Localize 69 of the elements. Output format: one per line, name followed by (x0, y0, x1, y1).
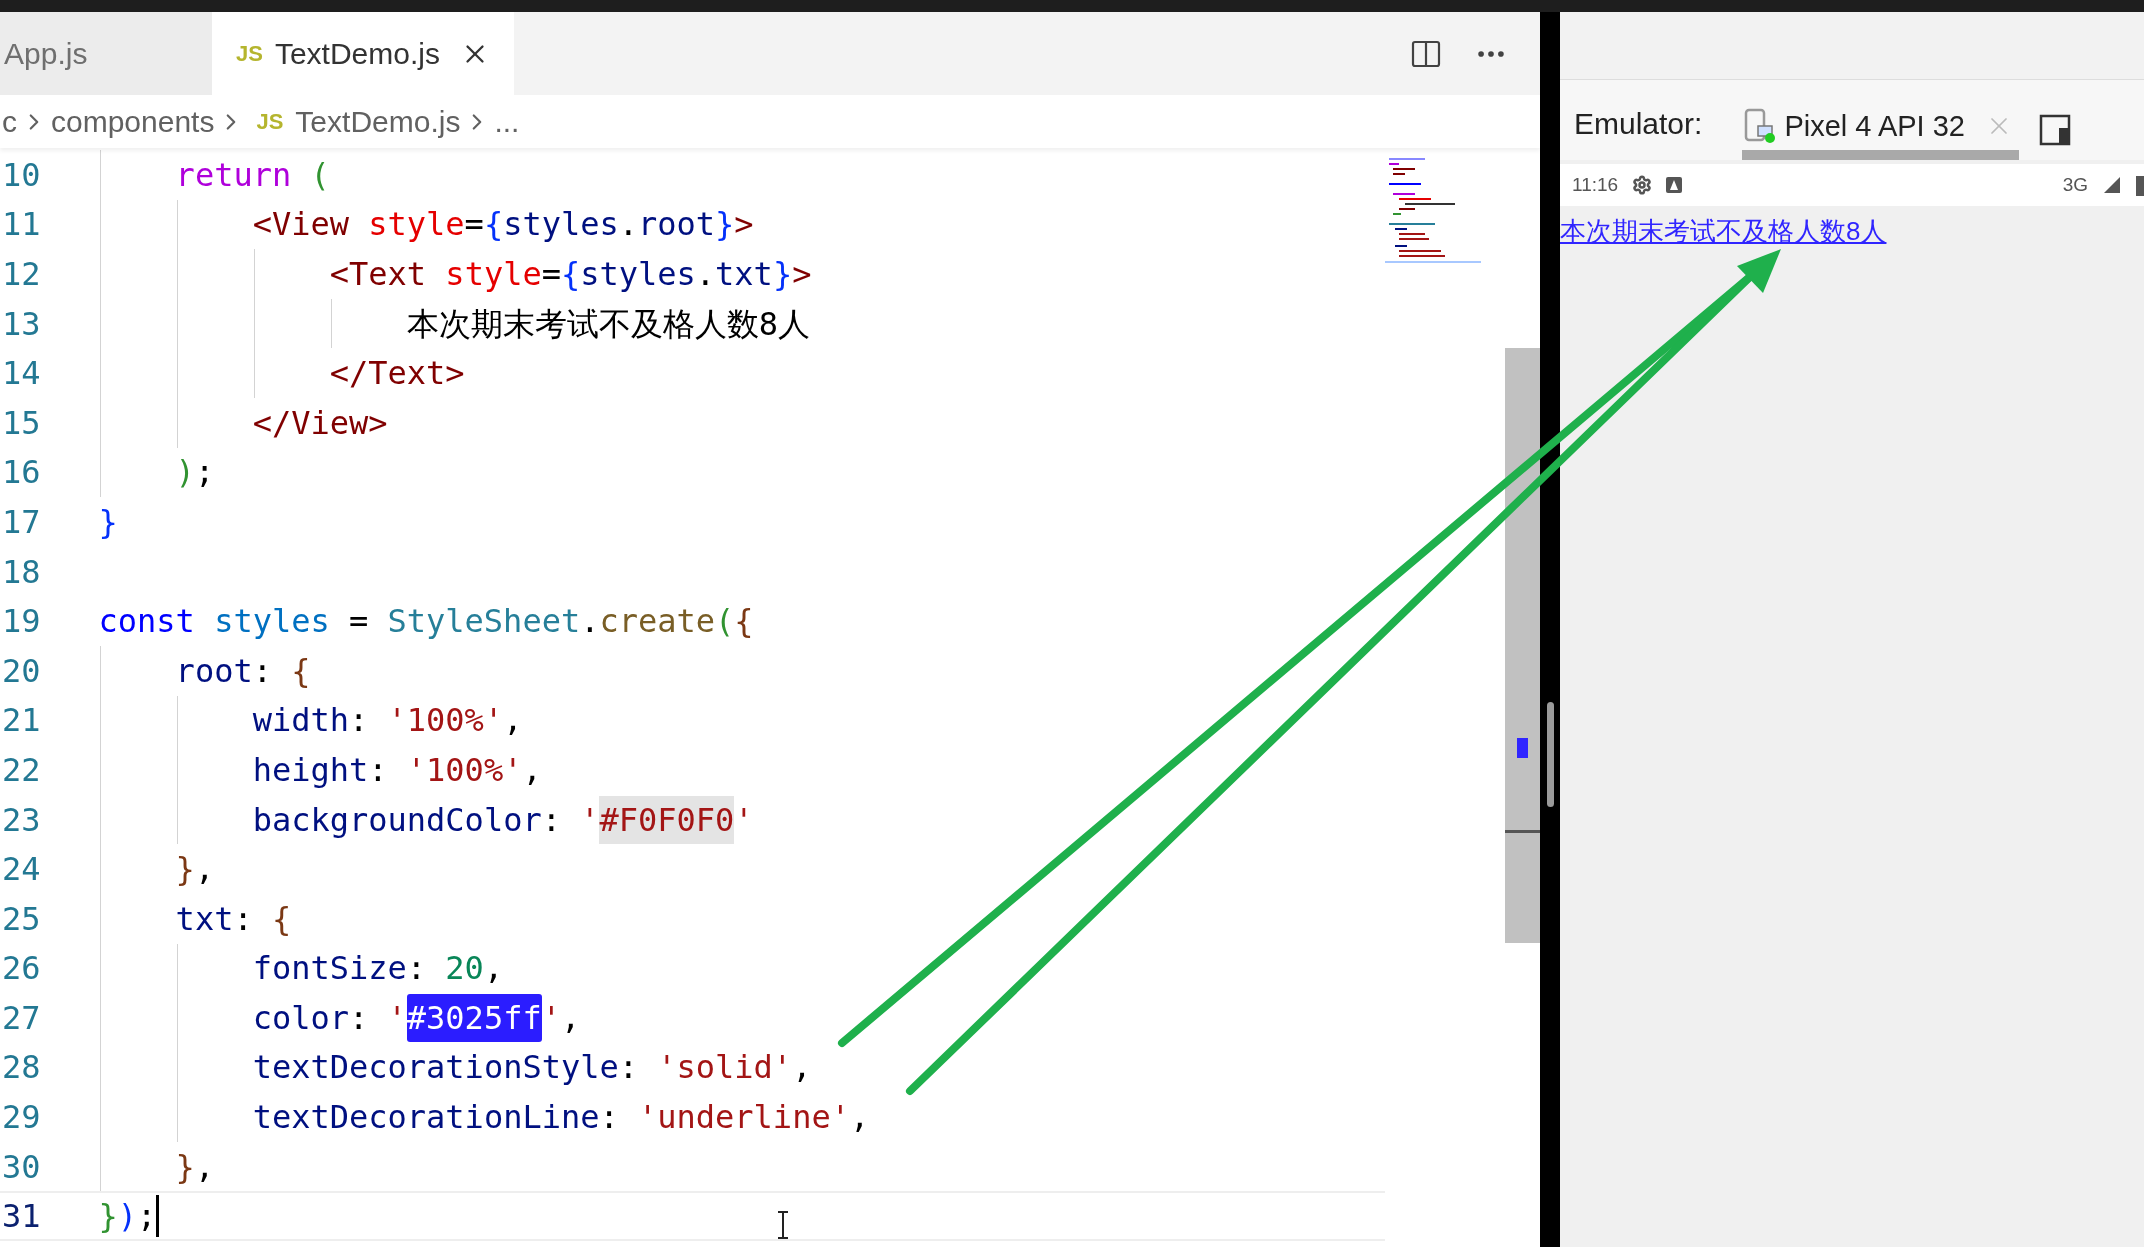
code-line: fontSize: 20, (252, 948, 504, 990)
editor-tab[interactable]: JS TextDemo.js (212, 12, 514, 95)
code-line: <View style={styles.root}> (252, 204, 754, 246)
text-cursor-icon (776, 1210, 790, 1240)
line-number: 25 (2, 898, 41, 940)
file-type-label: JS (256, 108, 284, 136)
app-text: 本次期末考试不及格人数8人 (1560, 215, 1887, 248)
line-number: 30 (2, 1146, 41, 1188)
phone-icon (1744, 108, 1777, 145)
code-line: }); (98, 1196, 157, 1238)
code-line: </Text> (329, 353, 465, 395)
line-number: 19 (2, 601, 41, 643)
line-number: 13 (2, 303, 41, 345)
text-cursor (156, 1195, 160, 1238)
battery-icon (2136, 174, 2144, 196)
code-line: }, (175, 849, 215, 891)
scrollbar-thumb[interactable] (1505, 348, 1540, 943)
line-number: 11 (2, 204, 41, 246)
code-line: textDecorationLine: 'underline', (252, 1097, 870, 1139)
code-line: width: '100%', (252, 700, 523, 742)
breadcrumb-item[interactable]: components (51, 99, 215, 144)
line-number: 17 (2, 501, 41, 543)
device-name: Pixel 4 API 32 (1784, 108, 1965, 144)
scrollbar-thumb[interactable] (1546, 702, 1554, 807)
editor-tab[interactable]: App.js (0, 12, 212, 95)
line-number: 26 (2, 948, 41, 990)
line-number: 22 (2, 749, 41, 791)
notification-icon (1666, 177, 1683, 193)
code-line: const styles = StyleSheet.create({ (98, 601, 754, 643)
code-line: </View> (252, 402, 388, 444)
line-number: 24 (2, 849, 41, 891)
code-line: txt: { (175, 898, 292, 940)
selection-marker (1517, 738, 1528, 758)
line-number: 10 (2, 154, 41, 196)
panel-layout-icon[interactable] (2038, 114, 2071, 146)
line-number: 27 (2, 997, 41, 1039)
breadcrumb-item[interactable]: TextDemo.js (295, 99, 461, 144)
network-type: 3G (2062, 172, 2088, 197)
breadcrumb-item[interactable]: c (2, 99, 17, 144)
line-number: 20 (2, 650, 41, 692)
code-line: return ( (175, 154, 330, 196)
line-number: 31 (2, 1196, 41, 1238)
line-number: 16 (2, 452, 41, 494)
tab-label: App.js (4, 36, 88, 72)
emulator-label: Emulator: (1574, 106, 1703, 142)
code-line: } (98, 501, 118, 543)
code-line: backgroundColor: '#F0F0F0' (252, 794, 754, 845)
status-time: 11:16 (1572, 172, 1619, 197)
settings-icon (1632, 175, 1653, 195)
line-number: 14 (2, 353, 41, 395)
tab-label: TextDemo.js (274, 36, 440, 72)
line-number: 28 (2, 1047, 41, 1089)
code-line: <Text style={styles.txt}> (329, 254, 812, 295)
line-number: 29 (2, 1097, 41, 1139)
line-number: 15 (2, 402, 41, 444)
line-number: 21 (2, 700, 41, 742)
file-type-label: JS (236, 40, 263, 68)
code-line: color: '#3025ff', (252, 993, 581, 1043)
line-number: 23 (2, 799, 41, 841)
code-line: ); (175, 452, 215, 494)
code-line: }, (175, 1146, 215, 1188)
signal-icon (2102, 175, 2122, 195)
code-line: height: '100%', (252, 749, 542, 791)
line-number: 12 (2, 254, 41, 295)
code-line: root: { (175, 650, 311, 692)
code-line: 本次期末考试不及格人数8人 (406, 303, 811, 345)
code-line: textDecorationStyle: 'solid', (252, 1047, 812, 1089)
breadcrumb-item[interactable]: ... (494, 99, 520, 144)
line-number: 18 (2, 551, 41, 593)
